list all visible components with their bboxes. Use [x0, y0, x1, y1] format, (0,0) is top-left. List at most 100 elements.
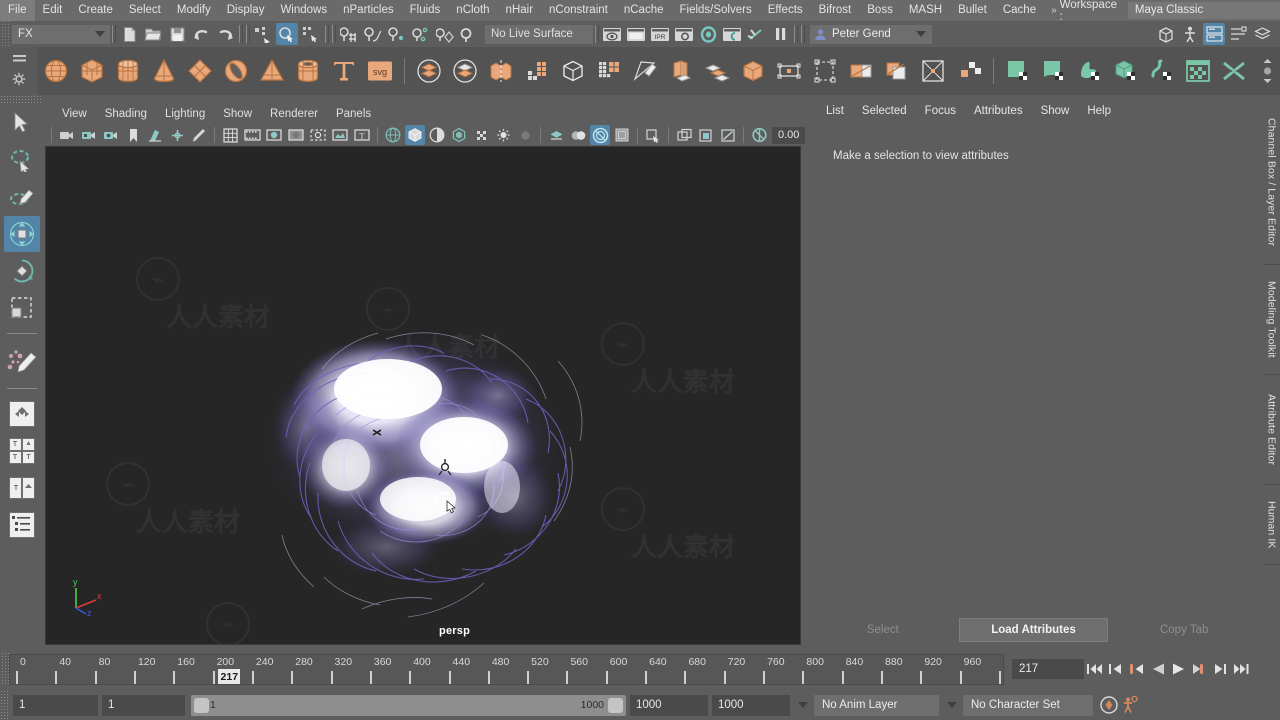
exposure-icon[interactable]	[749, 125, 769, 145]
menu-fields-solvers[interactable]: Fields/Solvers	[671, 0, 759, 21]
user-account-dropdown[interactable]: Peter Gend	[810, 25, 932, 44]
shadows-icon[interactable]	[493, 125, 513, 145]
range-start-time-field[interactable]: 1	[102, 695, 185, 716]
bookmark-icon[interactable]	[123, 125, 143, 145]
crease-tool-icon[interactable]	[880, 54, 914, 88]
save-scene-icon[interactable]	[166, 23, 188, 45]
menu-fluids[interactable]: Fluids	[402, 0, 449, 21]
snap-to-grid-icon[interactable]	[338, 23, 360, 45]
viewport-menu-shading[interactable]: Shading	[96, 105, 156, 124]
select-button[interactable]: Select	[809, 618, 957, 642]
layout-single-pane[interactable]	[4, 396, 40, 432]
ae-menu-selected[interactable]: Selected	[853, 101, 916, 121]
ae-menu-attributes[interactable]: Attributes	[965, 101, 1032, 121]
go-to-start-icon[interactable]	[1084, 657, 1105, 681]
nparticle-curve-flow-icon[interactable]	[1145, 54, 1179, 88]
menu-display[interactable]: Display	[219, 0, 273, 21]
use-default-lighting-icon[interactable]	[471, 125, 491, 145]
nparticle-fill-object-icon[interactable]	[1109, 54, 1143, 88]
new-scene-icon[interactable]	[118, 23, 140, 45]
menu-windows[interactable]: Windows	[272, 0, 335, 21]
channel-box-icon[interactable]	[1227, 23, 1249, 45]
viewport-menu-lighting[interactable]: Lighting	[156, 105, 214, 124]
current-frame-field[interactable]: 217	[1012, 659, 1084, 679]
ae-menu-list[interactable]: List	[817, 101, 853, 121]
snap-to-curve-icon[interactable]	[362, 23, 384, 45]
open-scene-icon[interactable]	[142, 23, 164, 45]
ipr-render-icon[interactable]	[625, 23, 647, 45]
render-current-frame-icon[interactable]	[601, 23, 623, 45]
image-plane-icon[interactable]	[145, 125, 165, 145]
paint-select-tool[interactable]	[4, 179, 40, 215]
menu-modify[interactable]: Modify	[169, 0, 219, 21]
wireframe-icon[interactable]	[383, 125, 403, 145]
ae-menu-focus[interactable]: Focus	[916, 101, 965, 121]
select-by-object-type-icon[interactable]	[276, 23, 298, 45]
nhair-create-icon[interactable]	[1073, 54, 1107, 88]
chevron-down-icon[interactable]	[798, 702, 808, 708]
sidebar-tab-modeling-toolkit[interactable]: Modeling Toolkit	[1263, 265, 1280, 375]
play-forwards-icon[interactable]	[1168, 657, 1189, 681]
viewport-canvas[interactable]: ⌁ 人人素材 ⌁ 人人素材 ⌁ 人人素材 ⌁ 人人素材 ⌁ 人人素材 ⌁ 人人素…	[45, 146, 801, 645]
hardware-texturing-icon[interactable]	[449, 125, 469, 145]
render-view-icon[interactable]	[721, 23, 743, 45]
layout-outliner-persp[interactable]	[4, 507, 40, 543]
polygon-cylinder-icon[interactable]	[111, 54, 145, 88]
ncloth-create-icon[interactable]	[1001, 54, 1035, 88]
screen-space-ao-icon[interactable]	[515, 125, 535, 145]
playback-range-bar[interactable]: 1 1000	[191, 695, 626, 716]
range-start-handle[interactable]	[194, 698, 209, 713]
menu-select[interactable]: Select	[121, 0, 169, 21]
select-camera-icon[interactable]	[57, 125, 77, 145]
snap-to-view-planes-icon[interactable]	[434, 23, 456, 45]
load-attributes-button[interactable]: Load Attributes	[959, 618, 1109, 642]
menu-bifrost[interactable]: Bifrost	[811, 0, 860, 21]
sidebar-tab-channel-box[interactable]: Channel Box / Layer Editor	[1263, 100, 1280, 265]
polygon-plane-icon[interactable]	[183, 54, 217, 88]
workspace-dropdown[interactable]: Maya Classic	[1128, 2, 1280, 19]
pause-icon[interactable]	[769, 23, 791, 45]
sculpt-geometry-icon[interactable]	[916, 54, 950, 88]
snap-to-projected-center-icon[interactable]	[410, 23, 432, 45]
shelf-scroll-spinner[interactable]	[1260, 54, 1274, 88]
current-time-indicator[interactable]: 217	[218, 669, 240, 685]
select-by-hierarchy-icon[interactable]	[252, 23, 274, 45]
sidebar-tab-human-ik[interactable]: Human IK	[1263, 485, 1280, 565]
isolate-select-icon[interactable]	[590, 125, 610, 145]
layout-two-pane-side[interactable]	[4, 470, 40, 506]
menu-mash[interactable]: MASH	[901, 0, 950, 21]
target-weld-icon[interactable]	[844, 54, 878, 88]
menu-nhair[interactable]: nHair	[498, 0, 541, 21]
sidebar-tab-attribute-editor[interactable]: Attribute Editor	[1263, 375, 1280, 485]
polygon-svg-icon[interactable]: svg	[363, 54, 397, 88]
render-setup-icon[interactable]	[745, 23, 767, 45]
go-to-end-icon[interactable]	[1231, 657, 1252, 681]
menu-edit[interactable]: Edit	[35, 0, 71, 21]
viewport-menu-view[interactable]: View	[53, 105, 96, 124]
viewport-menu-show[interactable]: Show	[214, 105, 261, 124]
two-d-pan-zoom-icon[interactable]	[167, 125, 187, 145]
lasso-select-tool[interactable]	[4, 142, 40, 178]
ae-menu-show[interactable]: Show	[1032, 101, 1079, 121]
character-set-dropdown[interactable]: No Character Set	[963, 695, 1093, 716]
bevel-icon[interactable]	[700, 54, 734, 88]
camera-attributes-icon[interactable]	[79, 125, 99, 145]
scale-tool[interactable]	[4, 290, 40, 326]
film-gate-icon[interactable]	[242, 125, 262, 145]
step-forward-keyframe-icon[interactable]	[1210, 657, 1231, 681]
menu-nconstraint[interactable]: nConstraint	[541, 0, 616, 21]
multisample-icon[interactable]	[568, 125, 588, 145]
menu-set-dropdown[interactable]: FX	[12, 25, 110, 44]
view-transform-icon[interactable]	[696, 125, 716, 145]
shelf-tab-list-icon[interactable]	[12, 54, 27, 66]
layout-four-pane[interactable]	[4, 433, 40, 469]
chevron-down-icon[interactable]	[947, 702, 957, 708]
ae-menu-help[interactable]: Help	[1078, 101, 1120, 121]
multi-cut-icon[interactable]	[664, 54, 698, 88]
polygon-cone-icon[interactable]	[147, 54, 181, 88]
step-back-frame-icon[interactable]	[1126, 657, 1147, 681]
render-settings-icon[interactable]	[673, 23, 695, 45]
polygon-pyramid-icon[interactable]	[255, 54, 289, 88]
boolean-union-icon[interactable]	[448, 54, 482, 88]
boolean-difference-icon[interactable]	[484, 54, 518, 88]
